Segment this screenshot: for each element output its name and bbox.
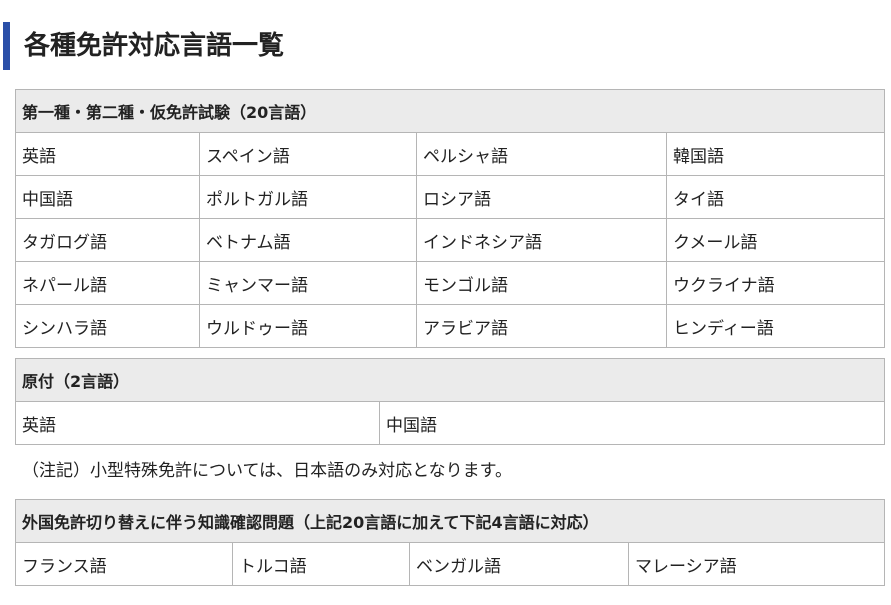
table-cell: ロシア語	[416, 175, 667, 219]
table-foreign-license-conversion: 外国免許切り替えに伴う知識確認問題（上記20言語に加えて下記4言語に対応） フラ…	[14, 499, 886, 586]
table-row: 英語 スペイン語 ペルシャ語 韓国語	[15, 132, 886, 176]
table-cell: アラビア語	[416, 304, 667, 348]
table-cell: クメール語	[665, 218, 886, 262]
table-cell: ネパール語	[15, 261, 200, 305]
table-cell: フランス語	[15, 542, 233, 586]
page-title: 各種免許対応言語一覧	[3, 22, 284, 70]
table-row: 英語 中国語	[15, 401, 886, 445]
note-text: （注記）小型特殊免許については、日本語のみ対応となります。	[22, 461, 512, 481]
table-header-row: 外国免許切り替えに伴う知識確認問題（上記20言語に加えて下記4言語に対応）	[14, 499, 886, 543]
table-cell: ベンガル語	[409, 542, 629, 586]
table-cell: ウルドゥー語	[199, 304, 417, 348]
table-cell: ミャンマー語	[199, 261, 417, 305]
table-cell: ベトナム語	[199, 218, 417, 262]
table-header: 外国免許切り替えに伴う知識確認問題（上記20言語に加えて下記4言語に対応）	[14, 499, 886, 543]
table-cell: ポルトガル語	[199, 175, 417, 219]
table-row: フランス語 トルコ語 ベンガル語 マレーシア語	[15, 542, 886, 586]
table-standard-licenses: 第一種・第二種・仮免許試験（20言語） 英語 スペイン語 ペルシャ語 韓国語 中…	[14, 89, 886, 348]
table-cell: マレーシア語	[627, 542, 886, 586]
table-cell: ウクライナ語	[665, 261, 886, 305]
table-cell: スペイン語	[199, 132, 417, 176]
table-cell: トルコ語	[232, 542, 410, 586]
table-cell: 中国語	[378, 401, 886, 445]
table-cell: ペルシャ語	[416, 132, 667, 176]
table-header-row: 原付（2言語）	[14, 358, 886, 402]
table-header-row: 第一種・第二種・仮免許試験（20言語）	[14, 89, 886, 133]
table-cell: インドネシア語	[416, 218, 667, 262]
table-cell: モンゴル語	[416, 261, 667, 305]
table-row: シンハラ語 ウルドゥー語 アラビア語 ヒンディー語	[15, 304, 886, 348]
table-cell: タイ語	[665, 175, 886, 219]
table-row: タガログ語 ベトナム語 インドネシア語 クメール語	[15, 218, 886, 262]
table-cell: タガログ語	[15, 218, 200, 262]
table-row: 中国語 ポルトガル語 ロシア語 タイ語	[15, 175, 886, 219]
table-cell: 英語	[15, 132, 200, 176]
table-moped-license: 原付（2言語） 英語 中国語	[14, 358, 886, 445]
table-cell: ヒンディー語	[665, 304, 886, 348]
table-cell: シンハラ語	[15, 304, 200, 348]
table-row: ネパール語 ミャンマー語 モンゴル語 ウクライナ語	[15, 261, 886, 305]
table-cell: 中国語	[15, 175, 200, 219]
table-header: 第一種・第二種・仮免許試験（20言語）	[14, 89, 886, 133]
table-header: 原付（2言語）	[14, 358, 886, 402]
table-cell: 韓国語	[665, 132, 886, 176]
table-cell: 英語	[15, 401, 380, 445]
